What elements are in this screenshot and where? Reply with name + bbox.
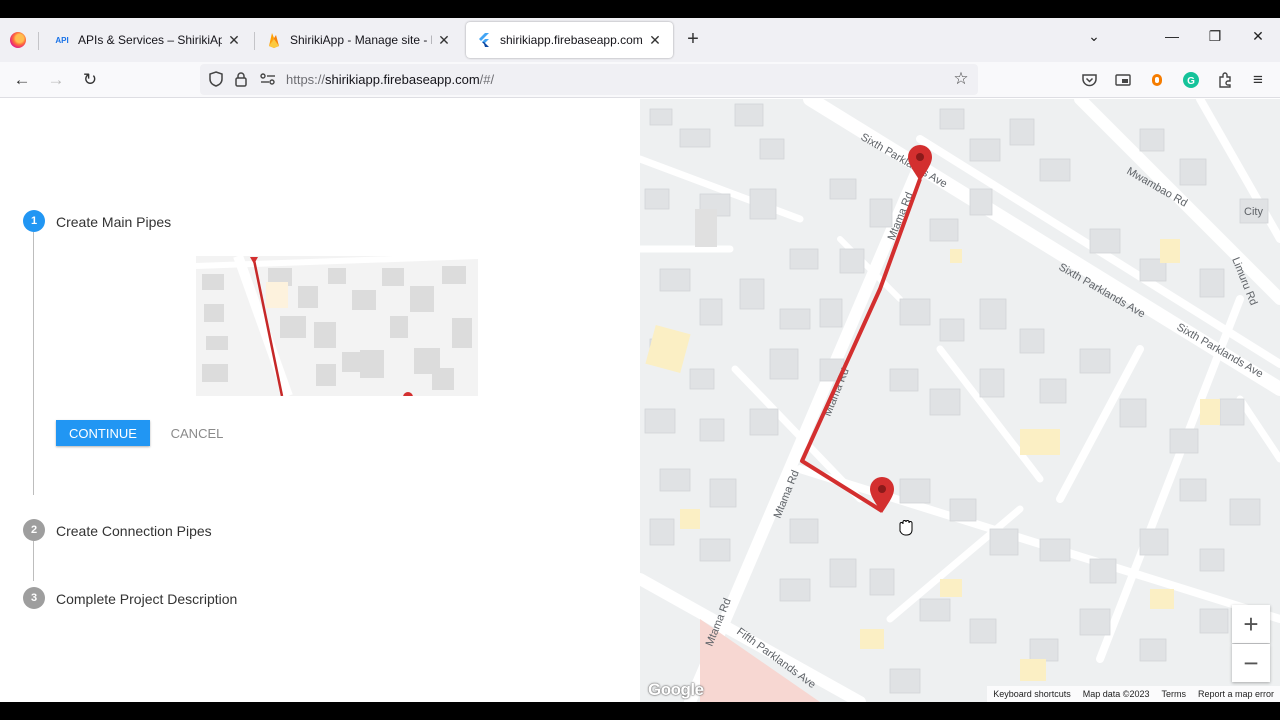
screenshot-icon[interactable] (1111, 68, 1135, 92)
close-tab-icon[interactable]: ✕ (436, 32, 452, 49)
firebase-icon (266, 32, 282, 48)
stepper-panel: 1 Create Main Pipes CONTINUE CANCEL 2 Cr… (0, 99, 640, 702)
url-host: shirikiapp.firebaseapp.com (325, 72, 480, 87)
main-pipe-map-preview (196, 256, 478, 396)
extension-orange-icon[interactable] (1145, 68, 1169, 92)
url-path: /#/ (479, 72, 495, 87)
lock-icon[interactable] (232, 70, 250, 88)
continue-button[interactable]: CONTINUE (56, 420, 150, 446)
flutter-icon (476, 32, 492, 48)
shield-icon[interactable] (207, 70, 225, 88)
zoom-out-button[interactable]: − (1232, 644, 1270, 682)
terms-link[interactable]: Terms (1161, 689, 1186, 699)
report-map-error-link[interactable]: Report a map error (1198, 689, 1274, 699)
tab-title: ShirikiApp - Manage site - Fireb (290, 33, 432, 47)
tab-shirikiapp[interactable]: shirikiapp.firebaseapp.com/#/ ✕ (466, 22, 673, 58)
browser-window: API APIs & Services – ShirikiApp – G ✕ S… (0, 18, 1280, 702)
permissions-icon[interactable] (259, 70, 277, 88)
tab-apis-services[interactable]: API APIs & Services – ShirikiApp – G ✕ (44, 22, 252, 58)
step-3-indicator[interactable]: 3 (23, 587, 45, 609)
extensions-puzzle-icon[interactable] (1213, 68, 1237, 92)
google-logo: Google (648, 680, 704, 699)
map-view[interactable]: Sixth Parklands Ave Sixth Parklands Ave … (640, 99, 1280, 702)
hand-cursor-icon (899, 520, 913, 536)
street-label: City (1244, 206, 1263, 218)
new-tab-button[interactable]: + (683, 28, 703, 51)
svg-text:G: G (1187, 76, 1195, 87)
step-1-indicator[interactable]: 1 (23, 210, 45, 232)
address-bar[interactable]: https://shirikiapp.firebaseapp.com/#/ ☆ (200, 64, 978, 95)
url-scheme: https:// (286, 72, 326, 87)
step-connector-line (33, 541, 34, 581)
keyboard-shortcuts-link[interactable]: Keyboard shortcuts (993, 689, 1071, 699)
list-all-tabs-icon[interactable]: ⌄ (1084, 28, 1104, 45)
zoom-in-button[interactable]: + (1232, 605, 1270, 643)
map-data-text: Map data ©2023 (1082, 689, 1150, 699)
restore-button[interactable]: ❐ (1205, 28, 1225, 45)
forward-button[interactable]: → (44, 68, 68, 92)
step-1-label[interactable]: Create Main Pipes (56, 214, 171, 230)
grammarly-icon[interactable]: G (1179, 68, 1203, 92)
url-text[interactable]: https://shirikiapp.firebaseapp.com/#/ (286, 72, 494, 87)
bookmark-star-icon[interactable]: ☆ (952, 69, 970, 88)
minimize-button[interactable]: — (1162, 28, 1182, 44)
tab-firebase-manage-site[interactable]: ShirikiApp - Manage site - Fireb ✕ (256, 22, 462, 58)
step-3-label[interactable]: Complete Project Description (56, 591, 237, 607)
step-connector-line (33, 232, 34, 495)
tab-separator (254, 32, 255, 50)
navigation-toolbar: ← → ↻ https://shirikiapp.firebaseapp.com… (0, 62, 1280, 98)
tab-strip: API APIs & Services – ShirikiApp – G ✕ S… (0, 18, 1280, 62)
close-tab-icon[interactable]: ✕ (226, 32, 242, 49)
close-window-button[interactable]: ✕ (1248, 28, 1268, 45)
tab-title: APIs & Services – ShirikiApp – G (78, 33, 222, 47)
reload-button[interactable]: ↻ (78, 68, 102, 92)
api-icon: API (55, 35, 69, 45)
tab-separator (38, 32, 39, 50)
pocket-icon[interactable] (1077, 68, 1101, 92)
cancel-button[interactable]: CANCEL (160, 420, 234, 446)
menu-hamburger-icon[interactable]: ≡ (1246, 68, 1270, 92)
map-canvas[interactable]: Sixth Parklands Ave Sixth Parklands Ave … (640, 99, 1280, 702)
back-button[interactable]: ← (10, 68, 34, 92)
step-2-label[interactable]: Create Connection Pipes (56, 523, 212, 539)
tab-title: shirikiapp.firebaseapp.com/#/ (500, 33, 643, 47)
map-attribution-bar: Keyboard shortcuts Map data ©2023 Terms … (987, 686, 1280, 702)
preview-map-svg (196, 256, 478, 396)
step-2-indicator[interactable]: 2 (23, 519, 45, 541)
close-tab-icon[interactable]: ✕ (647, 32, 663, 49)
firefox-icon[interactable] (10, 32, 26, 48)
